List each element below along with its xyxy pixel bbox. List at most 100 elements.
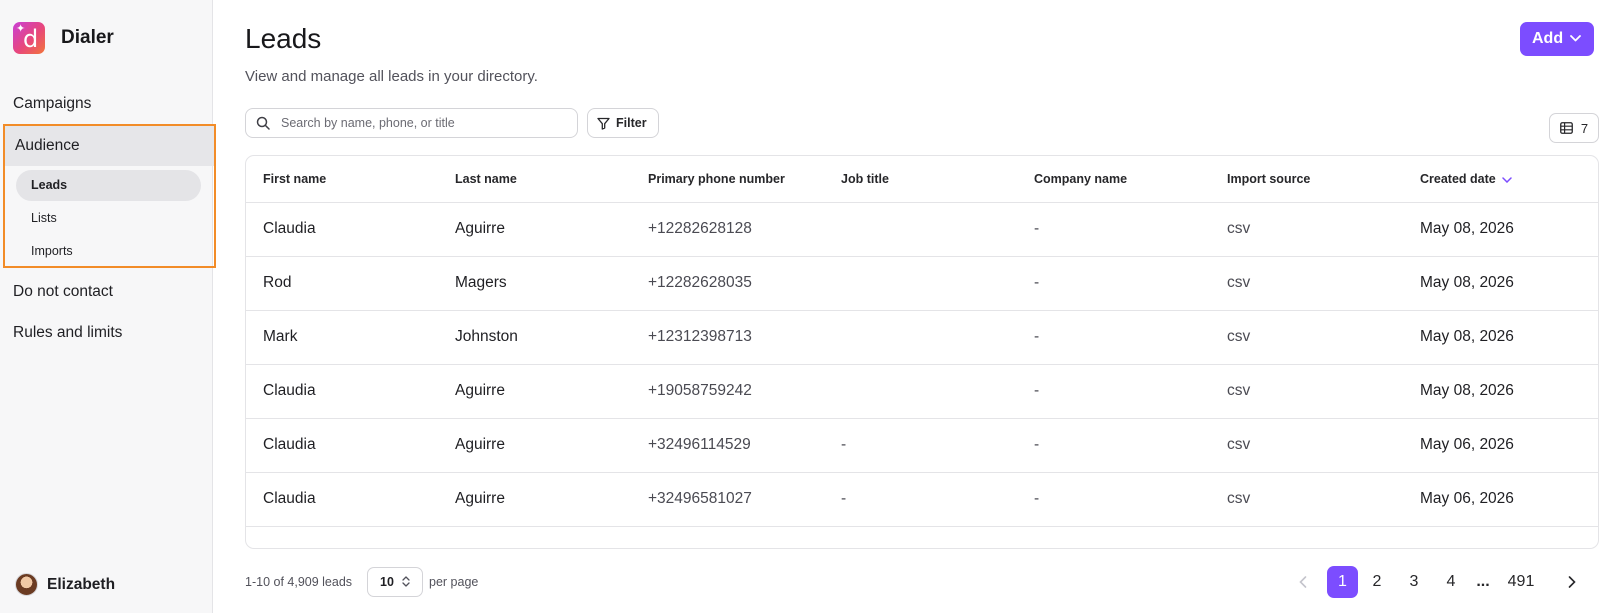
page-ellipsis: ... xyxy=(1476,573,1490,590)
search-input[interactable] xyxy=(281,116,571,130)
cell-created-date: May 06, 2026 xyxy=(1403,418,1598,473)
cell-created-date: May 06, 2026 xyxy=(1403,472,1598,527)
per-page-value: 10 xyxy=(380,575,394,589)
previous-page-button[interactable] xyxy=(1288,566,1318,598)
cell-last-name: Aguirre xyxy=(438,472,631,527)
cell-created-date: May 08, 2026 xyxy=(1403,310,1598,365)
dialer-logo-icon: ✦ d xyxy=(13,22,45,54)
cell-last-name: Magers xyxy=(438,256,631,311)
cell-job-title xyxy=(824,202,1017,257)
cell-job-title xyxy=(824,364,1017,419)
results-range: 1-10 of 4,909 leads xyxy=(245,575,353,589)
page-title: Leads xyxy=(245,23,322,54)
page-subtitle: View and manage all leads in your direct… xyxy=(245,68,538,85)
cell-last-name: Aguirre xyxy=(438,202,631,257)
cell-first-name: Rod xyxy=(246,256,438,311)
cell-import-source: csv xyxy=(1210,256,1403,311)
chevron-down-icon xyxy=(1570,33,1582,45)
cell-created-date: May 08, 2026 xyxy=(1403,256,1598,311)
sidebar-item-audience[interactable]: Audience xyxy=(5,126,214,166)
cell-phone: +32496581027 xyxy=(631,472,824,527)
cell-job-title: - xyxy=(824,472,1017,527)
cell-last-name: Aguirre xyxy=(438,364,631,419)
sidebar-subitem-leads[interactable]: Leads xyxy=(16,170,201,201)
cell-company: - xyxy=(1017,310,1210,365)
cell-import-source: csv xyxy=(1210,202,1403,257)
filter-button-label: Filter xyxy=(616,116,647,130)
cell-created-date: May 08, 2026 xyxy=(1403,202,1598,257)
cell-last-name: Johnston xyxy=(438,310,631,365)
column-header-job-title[interactable]: Job title xyxy=(824,156,1017,203)
column-header-company-name[interactable]: Company name xyxy=(1017,156,1210,203)
cell-created-date: May 08, 2026 xyxy=(1403,364,1598,419)
cell-company: - xyxy=(1017,418,1210,473)
page-button-491[interactable]: 491 xyxy=(1506,566,1536,598)
chevron-left-icon xyxy=(1299,576,1307,588)
next-page-button[interactable] xyxy=(1557,566,1587,598)
sidebar: ✦ d Dialer Campaigns Audience Leads Lists… xyxy=(0,0,216,613)
chevron-right-icon xyxy=(1568,576,1576,588)
cell-phone: +12282628128 xyxy=(631,202,824,257)
cell-phone: +12312398713 xyxy=(631,310,824,365)
cell-job-title xyxy=(824,310,1017,365)
sidebar-item-label: Audience xyxy=(15,137,80,154)
filter-button[interactable]: Filter xyxy=(587,108,659,138)
table-row[interactable]: Claudia Aguirre +19058759242 - csv May 0… xyxy=(246,364,1598,419)
sort-desc-icon xyxy=(1501,175,1512,186)
cell-first-name: Claudia xyxy=(246,418,438,473)
cell-phone: +19058759242 xyxy=(631,364,824,419)
table-row[interactable]: Rod Magers +12282628035 - csv May 08, 20… xyxy=(246,256,1598,311)
cell-import-source: csv xyxy=(1210,364,1403,419)
page-button-2[interactable]: 2 xyxy=(1362,566,1392,598)
page-button-3[interactable]: 3 xyxy=(1399,566,1429,598)
sidebar-subitem-lists[interactable]: Lists xyxy=(16,203,201,234)
leads-table: First name Last name Primary phone numbe… xyxy=(245,155,1599,549)
columns-count: 7 xyxy=(1580,120,1589,136)
cell-first-name: Mark xyxy=(246,310,438,365)
table-row[interactable]: Mark Johnston +12312398713 - csv May 08,… xyxy=(246,310,1598,365)
cell-import-source: csv xyxy=(1210,310,1403,365)
column-header-primary-phone[interactable]: Primary phone number xyxy=(631,156,824,203)
cell-first-name: Claudia xyxy=(246,364,438,419)
brand[interactable]: ✦ d Dialer xyxy=(13,22,114,54)
cell-first-name: Claudia xyxy=(246,202,438,257)
table-row[interactable]: Claudia Aguirre +32496581027 - - csv May… xyxy=(246,472,1598,527)
column-header-last-name[interactable]: Last name xyxy=(438,156,631,203)
app-root: ✦ d Dialer Campaigns Audience Leads Lists… xyxy=(0,0,1621,613)
table-header-row: First name Last name Primary phone numbe… xyxy=(246,156,1598,203)
column-header-created-date[interactable]: Created date xyxy=(1403,156,1598,203)
filter-icon xyxy=(597,117,610,130)
cell-phone: +32496114529 xyxy=(631,418,824,473)
search-box xyxy=(245,108,578,138)
cell-first-name: Claudia xyxy=(246,472,438,527)
chevron-up-down-icon xyxy=(402,576,410,588)
user-name: Elizabeth xyxy=(47,575,116,593)
cell-job-title xyxy=(824,256,1017,311)
add-button[interactable]: Add xyxy=(1520,22,1594,56)
column-header-import-source[interactable]: Import source xyxy=(1210,156,1403,203)
cell-last-name: Aguirre xyxy=(438,418,631,473)
column-header-label: Created date xyxy=(1420,171,1496,186)
per-page-select[interactable]: 10 xyxy=(367,567,423,597)
search-icon xyxy=(256,115,272,131)
column-header-first-name[interactable]: First name xyxy=(246,156,438,203)
sidebar-item-do-not-contact[interactable]: Do not contact xyxy=(13,283,113,301)
page-button-1[interactable]: 1 xyxy=(1327,566,1358,598)
per-page-label: per page xyxy=(429,575,479,589)
table-row[interactable]: Claudia Aguirre +32496114529 - - csv May… xyxy=(246,418,1598,473)
cell-job-title: - xyxy=(824,418,1017,473)
app-name: Dialer xyxy=(61,27,114,48)
columns-button[interactable]: 7 xyxy=(1549,113,1599,143)
avatar xyxy=(15,573,38,596)
cell-phone: +12282628035 xyxy=(631,256,824,311)
cell-company: - xyxy=(1017,364,1210,419)
sidebar-item-rules-and-limits[interactable]: Rules and limits xyxy=(13,324,122,342)
add-button-label: Add xyxy=(1532,30,1564,47)
cell-import-source: csv xyxy=(1210,418,1403,473)
sidebar-item-campaigns[interactable]: Campaigns xyxy=(13,95,91,113)
user-profile[interactable]: Elizabeth xyxy=(15,573,115,596)
page-button-4[interactable]: 4 xyxy=(1436,566,1466,598)
cell-company: - xyxy=(1017,256,1210,311)
sidebar-subitem-imports[interactable]: Imports xyxy=(16,236,201,267)
table-row[interactable]: Claudia Aguirre +12282628128 - csv May 0… xyxy=(246,202,1598,257)
